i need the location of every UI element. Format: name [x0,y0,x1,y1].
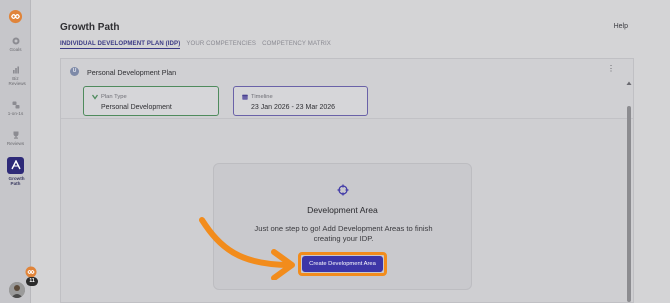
app-logo[interactable] [8,9,23,24]
sidebar-item-label: Growth Path [8,176,25,186]
growth-path-icon [7,157,24,174]
calendar-icon [242,94,248,100]
crosshair-icon [337,184,349,196]
sidebar-item-label: Biz Reviews [8,76,26,86]
people-icon [12,101,19,109]
chart-icon [12,66,19,74]
timeline-value: 23 Jan 2026 - 23 Mar 2026 [251,104,336,111]
sidebar-item-biz-reviews[interactable]: Biz Reviews [0,66,31,86]
plan-header: U Personal Development Plan ⋮ Plan Type … [61,59,633,119]
more-options-icon[interactable]: ⋮ [607,65,615,73]
user-avatar[interactable] [9,282,27,300]
sidebar-item-label: Reviews [6,141,25,146]
sidebar-item-goals[interactable]: Goals [0,37,31,52]
scroll-up-icon[interactable] [626,80,632,86]
plan-type-box: Plan Type Personal Development [83,86,219,116]
page-title: Growth Path [60,22,120,33]
sidebar-item-label: 1-on-1s [7,111,24,116]
help-link[interactable]: Help [614,23,628,30]
tab-idp[interactable]: INDIVIDUAL DEVELOPMENT PLAN (IDP) [60,40,181,49]
timeline-box: Timeline 23 Jan 2026 - 23 Mar 2026 [233,86,368,116]
scroll-thumb[interactable] [627,106,631,302]
tab-competency-matrix[interactable]: COMPETENCY MATRIX [262,40,331,49]
tab-bar: INDIVIDUAL DEVELOPMENT PLAN (IDP) YOUR C… [60,40,331,49]
trophy-icon [13,131,18,139]
plan-type-label: Plan Type [101,94,127,100]
notification-badge[interactable]: 11 [26,277,38,286]
sidebar-item-one-on-ones[interactable]: 1-on-1s [0,101,31,116]
sidebar: Goals Biz Reviews 1-on-1s Reviews Growth… [0,0,38,303]
plan-type-value: Personal Development [101,104,172,111]
sidebar-item-growth-path[interactable]: Growth Path [0,157,31,186]
plan-title: Personal Development Plan [87,68,177,77]
target-icon [12,37,19,45]
plan-owner-avatar: U [70,67,79,76]
plan-type-icon [92,94,98,100]
guide-arrow-icon [199,217,295,280]
tab-your-competencies[interactable]: YOUR COMPETENCIES [186,40,256,49]
scrollbar[interactable] [626,80,632,302]
timeline-label: Timeline [251,94,273,100]
sidebar-item-label: Goals [9,47,22,52]
create-development-area-button[interactable]: Create Development Area [302,256,383,272]
sidebar-item-reviews[interactable]: Reviews [0,131,31,146]
